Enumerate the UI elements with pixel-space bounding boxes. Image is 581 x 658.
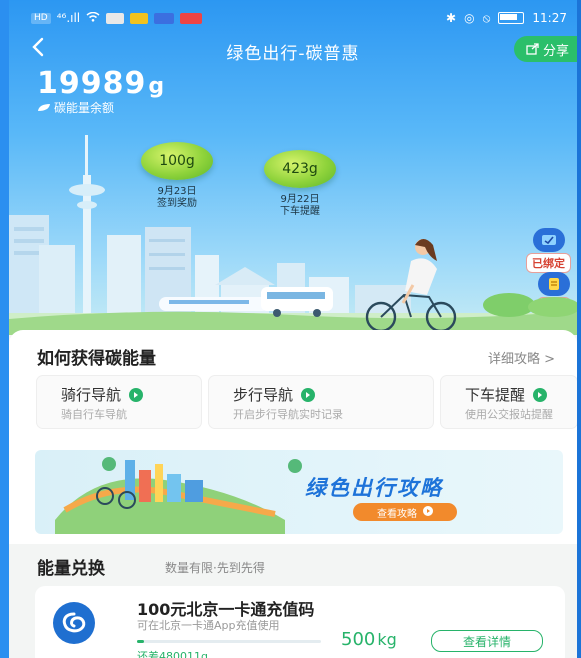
arrow-right-icon — [301, 387, 316, 402]
status-bar: HD ⁴⁶.ıll ✱ ◎ ⦸ 11:27 — [9, 8, 577, 28]
page-title: 绿色出行-碳普惠 — [226, 44, 360, 64]
tile-alight-reminder[interactable]: 下车提醒 使用公交报站提醒 — [441, 376, 577, 428]
tile-walking-navigation[interactable]: 步行导航 开启步行导航实时记录 — [209, 376, 433, 428]
tile-title: 下车提醒 — [465, 386, 526, 404]
share-button[interactable]: 分享 — [513, 36, 577, 62]
energy-exchange-section: 能量兑换 数量有限·先到先得 100元北京一卡通充值码 可在北京一卡通App充值… — [9, 544, 577, 658]
app-notification-icon — [154, 12, 175, 24]
tile-subtitle: 使用公交报站提醒 — [465, 408, 553, 421]
mute-icon: ⦸ — [482, 10, 491, 25]
tile-title: 骑行导航 — [61, 386, 122, 404]
app-notification-icon — [106, 12, 125, 24]
tile-cycling-navigation[interactable]: 骑行导航 骑自行车导航 — [37, 376, 201, 428]
item-description: 可在北京一卡通App充值使用 — [137, 619, 280, 632]
signal-icon: ⁴⁶.ıll — [56, 11, 81, 25]
energy-balance: 19989g 碳能量余额 — [37, 66, 164, 116]
price-value: 500 — [341, 629, 376, 650]
howto-section: 如何获得碳能量 详细攻略 > 骑行导航 骑自行车导航 步行导航 开启步行导航实时… — [9, 330, 577, 438]
bluetooth-icon: ✱ — [446, 11, 457, 25]
item-price: 500 kg — [341, 629, 397, 650]
view-guide-button[interactable]: 查看攻略 — [353, 503, 457, 521]
share-label: 分享 — [542, 43, 569, 59]
view-details-button[interactable]: 查看详情 — [431, 630, 543, 652]
arrow-right-icon — [129, 387, 144, 402]
city-illustration — [9, 135, 577, 335]
wifi-icon — [86, 11, 100, 25]
banner-title: 绿色出行攻略 — [305, 476, 443, 500]
section-title: 如何获得碳能量 — [37, 349, 156, 369]
top-bar: 绿色出行-碳普惠 分享 — [9, 36, 577, 64]
app-screen: HD ⁴⁶.ıll ✱ ◎ ⦸ 11:27 绿色出行-碳普惠 分享 19989g… — [9, 0, 577, 658]
balance-value: 19989 — [37, 66, 147, 101]
remaining-text: 还差480011g — [137, 650, 208, 658]
progress-bar — [137, 640, 321, 643]
app-notification-icon — [130, 12, 149, 24]
price-unit: kg — [377, 630, 397, 649]
balance-unit: g — [148, 74, 165, 99]
app-notification-icon — [180, 12, 203, 24]
progress-fill — [137, 640, 145, 643]
green-travel-banner[interactable]: 绿色出行攻略 查看攻略 — [35, 450, 563, 534]
section-subtitle: 数量有限·先到先得 — [165, 561, 265, 575]
tile-subtitle: 骑自行车导航 — [61, 408, 127, 421]
beijing-card-logo-icon — [53, 602, 95, 644]
location-icon: ◎ — [464, 11, 475, 25]
banner-illustration — [55, 457, 302, 534]
hd-badge: HD — [31, 12, 51, 24]
balance-label: 碳能量余额 — [54, 101, 115, 115]
share-icon — [526, 43, 539, 55]
detailed-guide-link[interactable]: 详细攻略 > — [488, 348, 555, 367]
hero-section: HD ⁴⁶.ıll ✱ ◎ ⦸ 11:27 绿色出行-碳普惠 分享 19989g… — [9, 0, 577, 335]
tile-title: 步行导航 — [233, 386, 294, 404]
exchange-item[interactable]: 100元北京一卡通充值码 可在北京一卡通App充值使用 还差480011g 50… — [35, 586, 565, 658]
view-guide-label: 查看攻略 — [377, 508, 417, 520]
device-frame-right — [577, 0, 581, 658]
play-icon — [423, 505, 433, 519]
section-title: 能量兑换 — [37, 559, 105, 579]
battery-icon — [498, 12, 525, 24]
device-frame-left — [0, 0, 9, 658]
leaf-icon — [38, 104, 50, 111]
arrow-right-icon — [533, 387, 548, 402]
tile-subtitle: 开启步行导航实时记录 — [233, 408, 343, 421]
clock: 11:27 — [532, 11, 567, 25]
